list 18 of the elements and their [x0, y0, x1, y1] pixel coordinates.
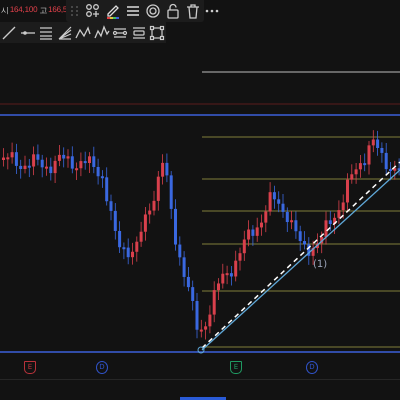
target-icon[interactable]: [145, 3, 161, 19]
templates-icon[interactable]: [85, 3, 101, 19]
rectangle-icon[interactable]: [149, 24, 165, 40]
anchor-handle[interactable]: [198, 346, 204, 354]
wave-label: (1): [313, 259, 328, 270]
parallel-lines-icon[interactable]: [38, 24, 54, 40]
pencil-icon[interactable]: [105, 3, 121, 19]
zigzag-icon[interactable]: [75, 24, 91, 40]
drag-handle-icon[interactable]: [69, 3, 81, 19]
wave-pattern-icon[interactable]: [94, 24, 110, 40]
trend-line-icon[interactable]: [1, 24, 17, 40]
lock-icon[interactable]: [165, 3, 181, 19]
legend-label: 고: [39, 5, 48, 16]
range-icon[interactable]: [130, 24, 146, 40]
legend-label: 시: [1, 5, 9, 16]
trash-icon[interactable]: [185, 3, 201, 19]
fan-lines-icon[interactable]: [56, 24, 72, 40]
legend-value: 164,100: [10, 5, 38, 16]
